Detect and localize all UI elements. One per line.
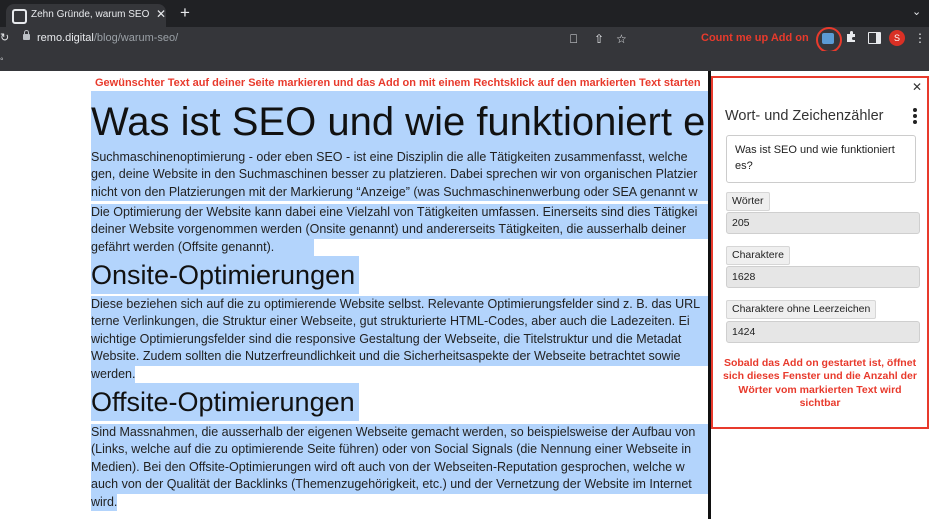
text-line: gen, deine Website in den Suchmaschinen … <box>91 166 708 184</box>
url-host: remo.digital <box>37 32 94 44</box>
text-line: Diese beziehen sich auf die zu optimiere… <box>91 296 708 314</box>
characters-label: Charaktere <box>726 246 790 265</box>
text-line: terne Verlinkungen, die Struktur einer W… <box>91 313 708 331</box>
onsite-paragraph: Diese beziehen sich auf die zu optimiere… <box>91 296 708 384</box>
address-bar[interactable]: remo.digital/blog/warum-seo/ <box>37 32 178 44</box>
new-tab-button[interactable]: + <box>180 3 190 23</box>
count-me-up-extension-icon[interactable] <box>822 33 834 44</box>
text-line: nicht von den Platzierungen mit der Mark… <box>91 183 708 202</box>
offsite-paragraph: Sind Massnahmen, die ausserhalb der eige… <box>91 424 708 512</box>
extensions-puzzle-icon[interactable] <box>845 31 857 43</box>
panel-menu-icon[interactable] <box>913 108 917 124</box>
install-app-icon[interactable]: ⎕ <box>570 31 577 47</box>
close-icon[interactable]: ✕ <box>912 80 922 94</box>
star-icon[interactable]: ☆ <box>616 31 627 47</box>
selected-text-box[interactable]: Was ist SEO und wie funktioniert es? <box>726 135 916 183</box>
panel-title: Wort- und Zeichenzähler <box>725 108 884 124</box>
browser-menu-icon[interactable]: ⋮ <box>914 31 926 45</box>
page-content: Gewünschter Text auf deiner Seite markie… <box>0 71 708 519</box>
tab-title: Zehn Gründe, warum SEO wich <box>31 9 149 20</box>
bookmarks-bar: ◦ <box>0 51 929 71</box>
side-panel-icon[interactable] <box>868 32 881 44</box>
text-line: deiner Website vorgenommen werden (Onsit… <box>91 221 708 239</box>
second-paragraph: Die Optimierung der Website kann dabei e… <box>91 204 708 257</box>
text-line: (Links, welche auf die zu optimierende S… <box>91 441 708 459</box>
browser-tab[interactable]: Zehn Gründe, warum SEO wich ✕ <box>6 4 166 27</box>
intro-paragraph: Suchmaschinenoptimierung - oder eben SEO… <box>91 149 708 202</box>
word-counter-panel: ✕ Wort- und Zeichenzähler Was ist SEO un… <box>711 76 929 429</box>
text-line: Die Optimierung der Website kann dabei e… <box>91 204 708 222</box>
offsite-heading: Offsite-Optimierungen <box>91 383 359 421</box>
text-line: auch von der Qualität der Backlinks (The… <box>91 476 708 494</box>
addon-callout-label: Count me up Add on <box>701 32 809 44</box>
text-line: Sind Massnahmen, die ausserhalb der eige… <box>91 424 708 442</box>
onsite-heading: Onsite-Optimierungen <box>91 256 360 294</box>
text-line: Medien). Bei den Offsite-Optimierungen w… <box>91 458 708 477</box>
text-line: Suchmaschinenoptimierung - oder eben SEO… <box>91 149 708 167</box>
panel-note-annotation: Sobald das Add on gestartet ist, öffnet … <box>723 357 917 410</box>
text-line: werden. <box>91 365 136 384</box>
instruction-annotation: Gewünschter Text auf deiner Seite markie… <box>95 77 701 89</box>
words-value-field[interactable]: 205 <box>726 212 920 234</box>
bookmark-folder-icon[interactable]: ◦ <box>0 54 4 65</box>
article-title: Was ist SEO und wie funktioniert e <box>91 91 708 153</box>
characters-no-spaces-value-field[interactable]: 1424 <box>726 321 920 343</box>
text-line: Website. Zudem sollten die Nutzerfreundl… <box>91 348 708 366</box>
reload-icon[interactable]: ↻ <box>0 31 9 44</box>
characters-value-field[interactable]: 1628 <box>726 266 920 288</box>
text-line: wichtige Optimierungsfelder sind die res… <box>91 330 708 349</box>
text-line: gefährt werden (Offsite genannt). <box>91 238 315 257</box>
text-line: wird. <box>91 493 118 512</box>
tab-search-chevron-icon[interactable]: ⌄ <box>912 5 921 18</box>
lock-icon[interactable] <box>23 30 30 40</box>
characters-no-spaces-label: Charaktere ohne Leerzeichen <box>726 300 877 319</box>
share-icon[interactable]: ⇧ <box>594 31 604 47</box>
url-path: /blog/warum-seo/ <box>93 32 179 44</box>
address-toolbar: ↻ remo.digital/blog/warum-seo/ ⎕ ⇧ ☆ Cou… <box>0 27 929 53</box>
page-favicon-icon <box>12 9 27 24</box>
words-label: Wörter <box>726 192 770 211</box>
profile-avatar[interactable]: S <box>889 30 905 46</box>
close-tab-icon[interactable]: ✕ <box>156 7 166 21</box>
tab-strip: Zehn Gründe, warum SEO wich ✕ + ⌄ <box>0 0 929 27</box>
